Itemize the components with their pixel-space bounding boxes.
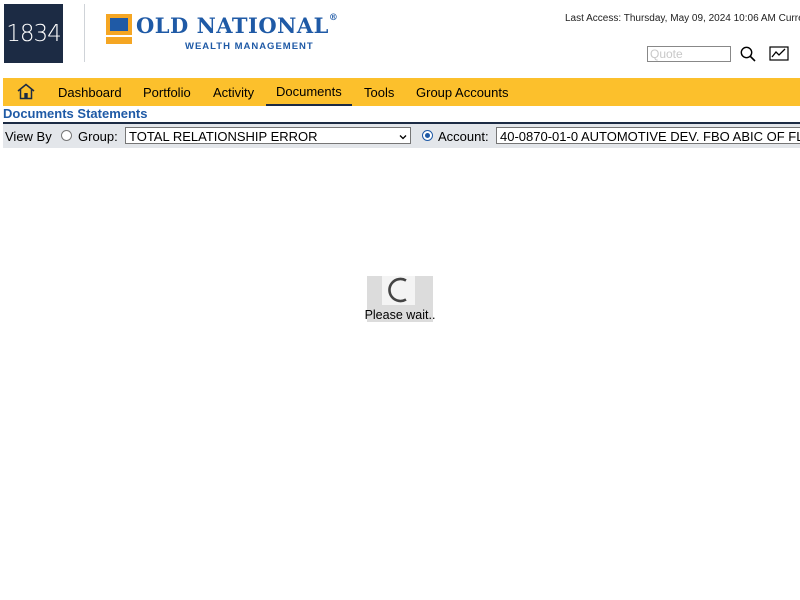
account-select[interactable]: 40-0870-01-0 AUTOMOTIVE DEV. FBO ABIC OF… bbox=[496, 127, 800, 144]
loading-overlay: Please wait.. bbox=[365, 276, 435, 322]
chevron-down-icon bbox=[399, 135, 407, 140]
group-select[interactable]: TOTAL RELATIONSHIP ERROR bbox=[125, 127, 411, 144]
loading-spinner-icon bbox=[388, 277, 407, 303]
loading-message: Please wait.. bbox=[364, 308, 436, 322]
group-radio[interactable] bbox=[61, 130, 72, 141]
account-radio[interactable] bbox=[422, 130, 433, 141]
quote-input[interactable] bbox=[647, 46, 731, 62]
nav-documents[interactable]: Documents bbox=[266, 79, 352, 106]
home-icon[interactable] bbox=[17, 83, 35, 100]
nav-activity[interactable]: Activity bbox=[213, 85, 254, 100]
last-access-text: Last Access: Thursday, May 09, 2024 10:0… bbox=[565, 13, 800, 24]
account-label: Account: bbox=[438, 129, 489, 144]
brand-subtitle: WEALTH MANAGEMENT bbox=[185, 41, 314, 52]
page-title: Documents Statements bbox=[3, 106, 148, 121]
brand-badge-logo[interactable]: 1834 bbox=[4, 4, 63, 63]
search-icon[interactable] bbox=[739, 45, 757, 63]
old-national-logo[interactable]: OLD NATIONAL® WEALTH MANAGEMENT bbox=[106, 13, 338, 54]
main-nav-bar: Dashboard Portfolio Activity Documents T… bbox=[3, 78, 800, 106]
nav-portfolio[interactable]: Portfolio bbox=[143, 85, 191, 100]
nav-group-accounts[interactable]: Group Accounts bbox=[416, 85, 509, 100]
nav-tools[interactable]: Tools bbox=[364, 85, 394, 100]
old-national-mark-icon bbox=[106, 14, 132, 44]
line-chart-icon[interactable] bbox=[769, 45, 789, 63]
view-by-label: View By bbox=[5, 129, 52, 144]
nav-dashboard[interactable]: Dashboard bbox=[58, 85, 122, 100]
view-by-filter-bar: View By Group: TOTAL RELATIONSHIP ERROR … bbox=[3, 124, 800, 148]
logo-divider bbox=[84, 4, 85, 62]
group-label: Group: bbox=[78, 129, 118, 144]
brand-name: OLD NATIONAL® bbox=[136, 13, 339, 38]
